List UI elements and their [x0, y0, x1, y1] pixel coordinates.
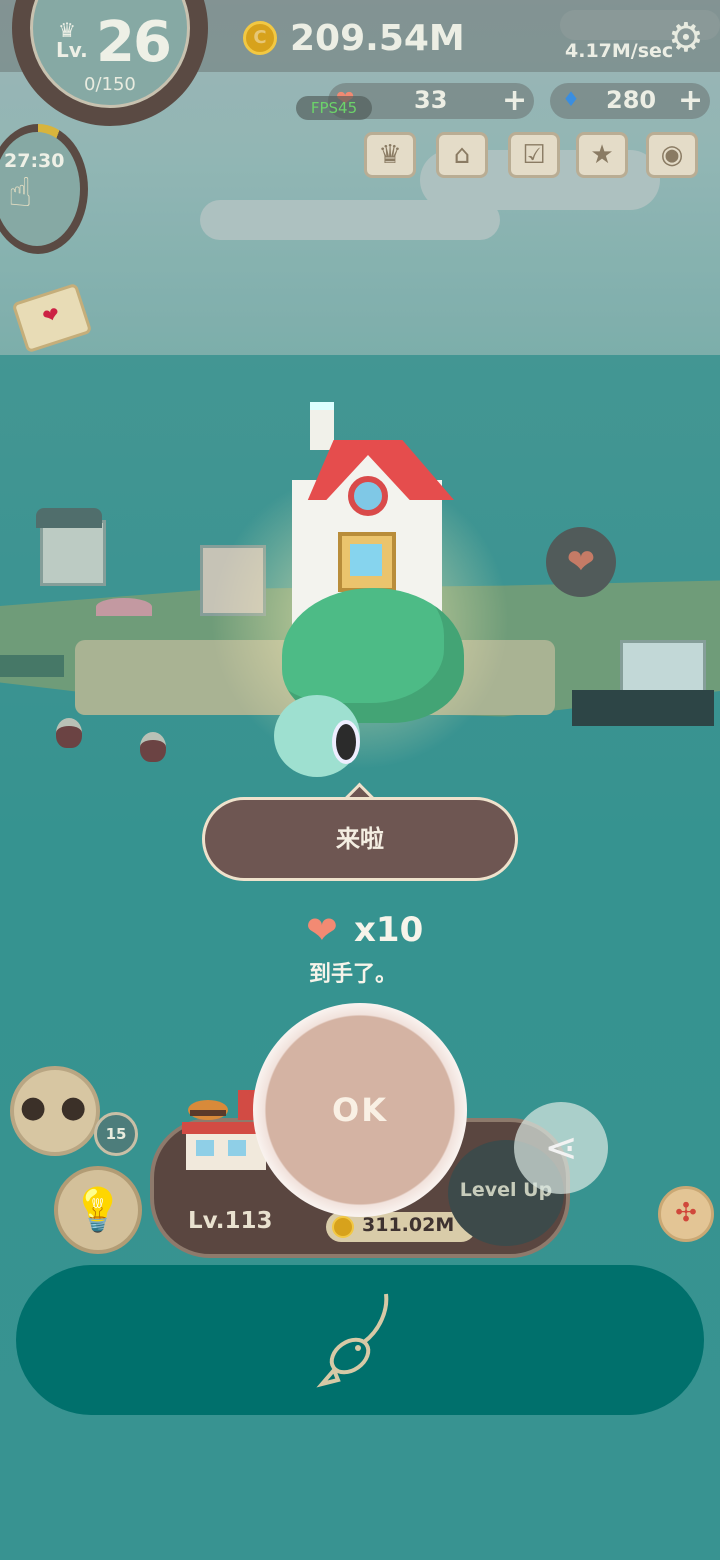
house-chimney: [310, 402, 334, 450]
gems-counter: ♦ 280 +: [550, 83, 710, 119]
timer-text: 27:30: [4, 150, 65, 172]
shop-icon[interactable]: ⌂: [436, 132, 488, 178]
camera-icon[interactable]: ◉: [646, 132, 698, 178]
turtle-eye: [332, 720, 360, 764]
heart-icon: ❤: [306, 908, 338, 952]
level-prefix: Lv.: [56, 38, 88, 62]
crown-menu-icon[interactable]: ♛: [364, 132, 416, 178]
level-number: 26: [96, 10, 172, 75]
house-door-window: [350, 544, 382, 576]
house-window: [348, 476, 388, 516]
gems-plus-button[interactable]: +: [678, 86, 703, 116]
gear-icon[interactable]: ⚙: [668, 18, 704, 58]
share-icon[interactable]: ⋖: [514, 1102, 608, 1194]
coin-icon: C: [243, 21, 277, 55]
checklist-icon[interactable]: ☑: [508, 132, 560, 178]
coin-balance: 209.54M: [290, 18, 465, 59]
reward-amount: x10: [354, 910, 424, 950]
lightbulb-icon[interactable]: 💡: [54, 1166, 142, 1254]
seal-count-badge: 15: [94, 1112, 138, 1156]
level-xp: 0/150: [84, 74, 136, 95]
ok-button-label[interactable]: OK: [253, 1003, 467, 1217]
fps-counter: FPS45: [296, 96, 372, 120]
seal-icon: ●●: [20, 1090, 101, 1125]
gems-value: 280: [606, 86, 657, 114]
reward-message: 到手了。: [309, 962, 398, 987]
trophy-icon[interactable]: ★: [576, 132, 628, 178]
tap-hand-icon: ☝: [8, 170, 33, 216]
speech-bubble: 来啦: [202, 797, 518, 881]
coin-rate: 4.17M/sec: [565, 40, 674, 62]
hearts-plus-button[interactable]: +: [502, 86, 527, 116]
fish-hook-icon[interactable]: [316, 1290, 406, 1390]
hearts-value: 33: [414, 86, 448, 114]
coin-icon: [332, 1216, 354, 1238]
diamond-icon: ♦: [562, 87, 580, 111]
shop-price: 311.02M: [362, 1214, 455, 1236]
shrink-icon[interactable]: ✣: [658, 1186, 714, 1242]
